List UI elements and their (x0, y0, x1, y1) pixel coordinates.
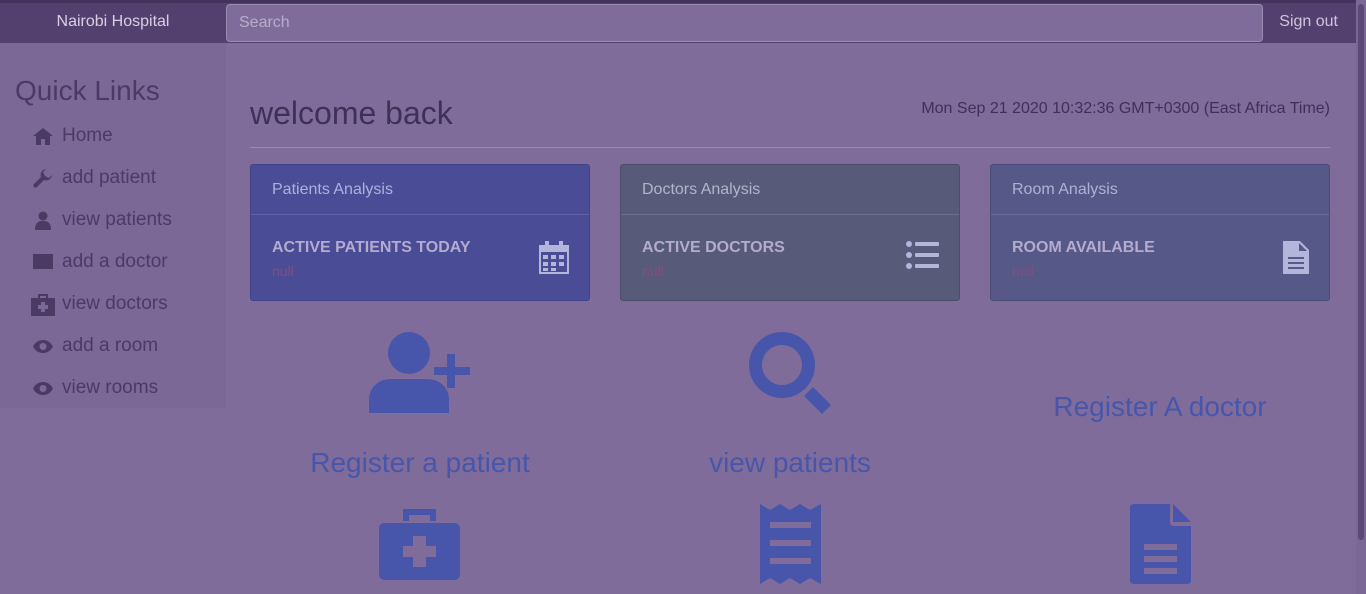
sidebar-item-label: add patient (62, 167, 157, 188)
eye-icon (30, 336, 56, 356)
page-title: welcome back (250, 95, 453, 131)
envelope-icon (30, 252, 56, 272)
register-patient-link[interactable]: Register a patient (250, 447, 590, 479)
divider (250, 147, 1330, 148)
page-scrollbar[interactable] (1356, 0, 1366, 594)
sidebar-item-view-rooms[interactable]: view rooms (30, 373, 158, 403)
room-analysis-card: Room Analysis ROOM AVAILABLE null (990, 164, 1330, 301)
card-value: null (1012, 263, 1034, 279)
sidebar-item-label: add a doctor (62, 251, 168, 272)
card-heading: Doctors Analysis (621, 165, 959, 215)
file-text-icon (1283, 241, 1309, 279)
sidebar-item-add-room[interactable]: add a room (30, 331, 158, 361)
card-label: ACTIVE DOCTORS (642, 239, 785, 256)
medkit-icon (30, 294, 56, 316)
card-value: null (272, 263, 294, 279)
sidebar-item-add-patient[interactable]: add patient (30, 163, 156, 193)
card-heading: Room Analysis (991, 165, 1329, 215)
card-value: null (642, 263, 664, 279)
current-datetime: Mon Sep 21 2020 10:32:36 GMT+0300 (East … (921, 100, 1330, 117)
sidebar-item-label: view rooms (62, 377, 159, 398)
sign-out-link[interactable]: Sign out (1279, 3, 1338, 40)
search-input[interactable] (226, 4, 1263, 42)
receipt-icon[interactable] (760, 504, 821, 589)
brand-name[interactable]: Nairobi Hospital (0, 3, 226, 40)
sidebar-item-label: Home (62, 125, 113, 146)
user-icon (30, 210, 56, 230)
sidebar-item-label: view doctors (62, 293, 168, 314)
doctors-analysis-card: Doctors Analysis ACTIVE DOCTORS null (620, 164, 960, 301)
sidebar-item-view-patients[interactable]: view patients (30, 205, 172, 235)
home-icon (30, 126, 56, 146)
view-patients-link[interactable]: view patients (620, 447, 960, 479)
eye-icon (30, 378, 56, 398)
search-icon[interactable] (749, 332, 831, 419)
sidebar-item-label: add a room (62, 335, 159, 356)
sidebar-title: Quick Links (15, 75, 160, 106)
card-label: ACTIVE PATIENTS TODAY (272, 239, 471, 256)
wrench-icon (30, 168, 56, 188)
calendar-icon (539, 241, 569, 279)
register-doctor-link[interactable]: Register A doctor (990, 391, 1330, 423)
sidebar-item-label: view patients (62, 209, 172, 230)
card-label: ROOM AVAILABLE (1012, 239, 1155, 256)
card-heading: Patients Analysis (251, 165, 589, 215)
file-text-icon[interactable] (1130, 504, 1191, 589)
medkit-icon[interactable] (379, 509, 460, 585)
list-icon (906, 241, 939, 274)
patients-analysis-card: Patients Analysis ACTIVE PATIENTS TODAY … (250, 164, 590, 301)
sidebar-item-add-doctor[interactable]: add a doctor (30, 247, 168, 277)
user-plus-icon[interactable] (369, 332, 470, 418)
sidebar-item-view-doctors[interactable]: view doctors (30, 289, 168, 319)
sidebar-item-home[interactable]: Home (30, 121, 113, 151)
scrollbar-thumb[interactable] (1358, 4, 1364, 540)
